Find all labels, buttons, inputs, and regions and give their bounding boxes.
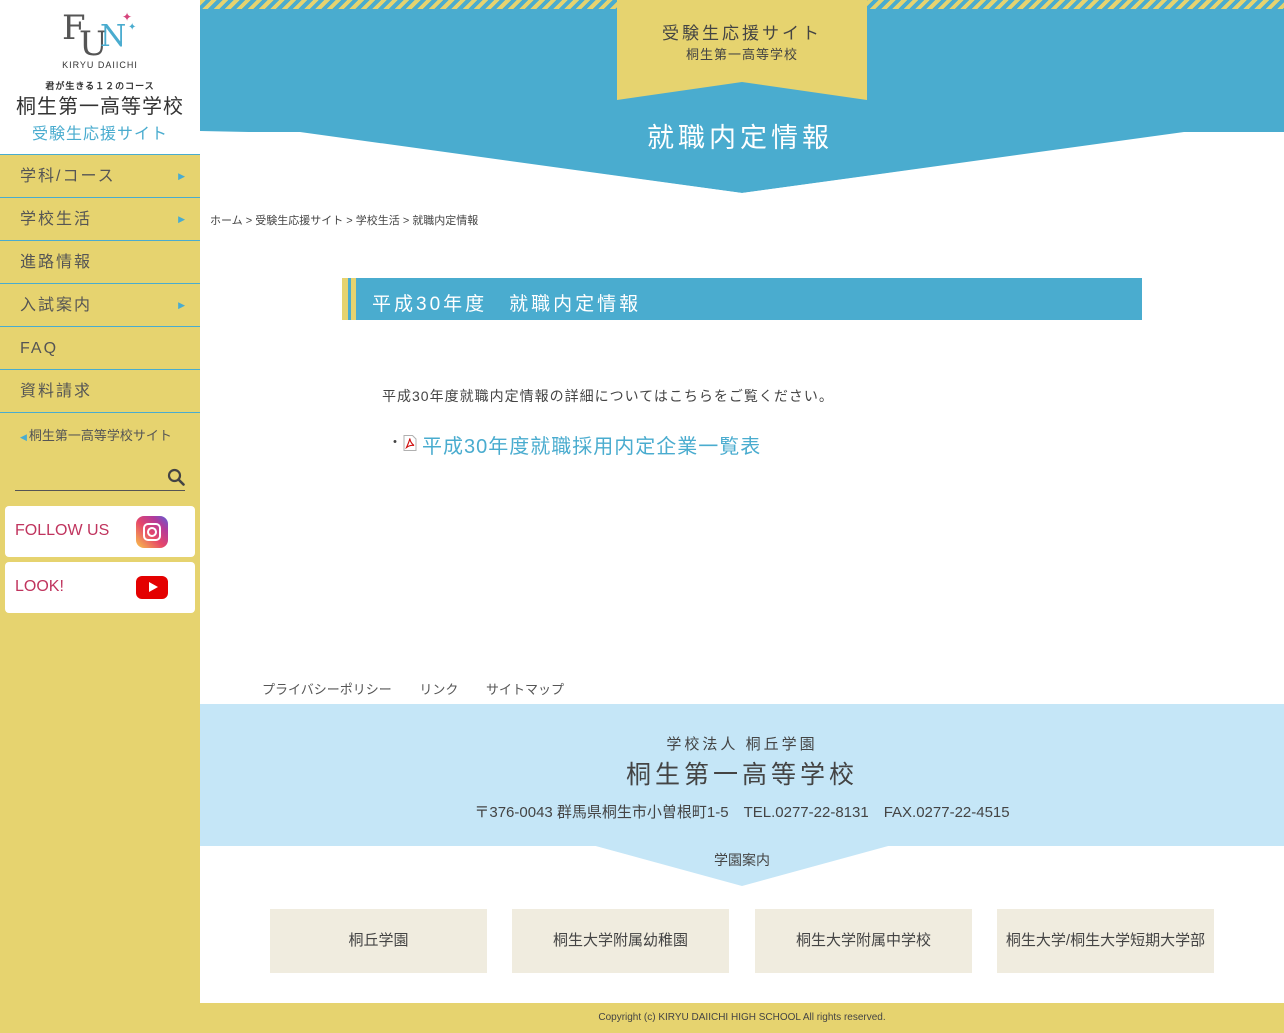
sitemap-link[interactable]: サイトマップ: [486, 682, 564, 697]
logo-school-name: 桐生第一高等学校: [16, 94, 184, 118]
logo-site-name: 受験生応援サイト: [31, 126, 168, 143]
group-link-kindergarten[interactable]: 桐生大学附属幼稚園: [512, 909, 729, 973]
nav-item-label: 入試案内: [20, 297, 93, 314]
nav-item-label: 学校生活: [20, 211, 93, 228]
intro-text: 平成30年度就職内定情報の詳細についてはこちらをご覧ください。: [382, 388, 834, 404]
nav-item-faq[interactable]: FAQ: [0, 327, 200, 370]
youtube-banner[interactable]: LOOK!: [5, 562, 195, 613]
copyright-bar: Copyright (c) KIRYU DAIICHI HIGH SCHOOL …: [0, 1003, 1284, 1033]
group-link-junior-high[interactable]: 桐生大学附属中学校: [755, 909, 972, 973]
site-title: 受験生応援サイト: [662, 24, 822, 43]
search-box: [15, 462, 185, 491]
nav-item-career[interactable]: 進路情報: [0, 241, 200, 284]
page-title: 就職内定情報: [647, 123, 833, 153]
section-heading: 平成30年度 就職内定情報: [342, 278, 1142, 320]
site-logo[interactable]: F U N ✦ ✦ KIRYU DAIICHI 君が生きる１２のコース 桐生第一…: [0, 0, 200, 154]
site-subtitle: 桐生第一高等学校: [685, 47, 798, 62]
nav-item-admissions[interactable]: 入試案内 ▶: [0, 284, 200, 327]
sidebar: F U N ✦ ✦ KIRYU DAIICHI 君が生きる１２のコース 桐生第一…: [0, 0, 200, 1003]
footer-corp-name: 学校法人 桐丘学園: [666, 736, 818, 753]
nav-item-courses[interactable]: 学科/コース ▶: [0, 155, 200, 198]
search-icon[interactable]: [167, 468, 185, 486]
breadcrumb: ホーム > 受験生応援サイト > 学校生活 > 就職内定情報: [210, 215, 479, 227]
instagram-icon: [136, 516, 168, 548]
nav-item-label: FAQ: [20, 340, 59, 357]
footer-school-name: 桐生第一高等学校: [625, 761, 858, 789]
nav-item-label: 資料請求: [20, 383, 93, 400]
sidebar-nav: 学科/コース ▶ 学校生活 ▶ 進路情報 入試案内 ▶ FAQ 資料請求: [0, 154, 200, 413]
breadcrumb-current: 就職内定情報: [412, 215, 479, 227]
breadcrumb-home[interactable]: ホーム: [210, 215, 243, 227]
pdf-icon: [403, 435, 417, 451]
copyright-text: Copyright (c) KIRYU DAIICHI HIGH SCHOOL …: [598, 1012, 886, 1023]
main-site-link-label: 桐生第一高等学校サイト: [28, 428, 172, 443]
page: F U N ✦ ✦ KIRYU DAIICHI 君が生きる１２のコース 桐生第一…: [0, 0, 1284, 1033]
footer-links: プライバシーポリシー リンク サイトマップ: [262, 679, 588, 698]
sparkle-icon: ✦: [128, 22, 137, 33]
breadcrumb-school-life[interactable]: 学校生活: [356, 215, 400, 227]
pdf-link[interactable]: 平成30年度就職採用内定企業一覧表: [422, 430, 761, 459]
logo-subtitle: KIRYU DAIICHI: [62, 60, 138, 70]
triangle-right-icon: ▶: [178, 171, 187, 181]
heading-accent-bar: [351, 278, 356, 320]
site-title-tab[interactable]: 受験生応援サイト 桐生第一高等学校: [617, 0, 867, 100]
follow-us-label: FOLLOW US: [15, 522, 110, 539]
nav-item-request-materials[interactable]: 資料請求: [0, 370, 200, 413]
instagram-banner[interactable]: FOLLOW US: [5, 506, 195, 557]
breadcrumb-site[interactable]: 受験生応援サイト: [255, 215, 343, 227]
section-heading-text: 平成30年度 就職内定情報: [372, 294, 642, 315]
main-site-link[interactable]: ◀ 桐生第一高等学校サイト: [20, 425, 172, 444]
triangle-right-icon: ▶: [178, 214, 187, 224]
fun-logo: F U N ✦ ✦: [62, 8, 138, 64]
group-link-kiryu-gakuen[interactable]: 桐丘学園: [270, 909, 487, 973]
youtube-icon: [136, 576, 168, 599]
gakuen-label: 学園案内: [714, 852, 770, 868]
footer-address: 〒376-0043 群馬県桐生市小曽根町1-5 TEL.0277-22-8131…: [474, 804, 1010, 821]
look-label: LOOK!: [15, 578, 64, 595]
privacy-policy-link[interactable]: プライバシーポリシー: [262, 682, 392, 697]
nav-item-school-life[interactable]: 学校生活 ▶: [0, 198, 200, 241]
heading-accent-bar: [342, 278, 348, 320]
nav-item-label: 学科/コース: [20, 168, 116, 185]
logo-letter-n: N: [100, 19, 127, 54]
triangle-right-icon: ▶: [178, 300, 187, 310]
group-link-university[interactable]: 桐生大学/桐生大学短期大学部: [997, 909, 1214, 973]
nav-item-label: 進路情報: [20, 254, 93, 271]
footer-school-info: 学校法人 桐丘学園 桐生第一高等学校 〒376-0043 群馬県桐生市小曽根町1…: [200, 704, 1284, 846]
triangle-left-icon: ◀: [20, 432, 27, 442]
bullet: ・: [388, 435, 402, 451]
links-link[interactable]: リンク: [419, 682, 458, 697]
search-input[interactable]: [15, 462, 160, 490]
